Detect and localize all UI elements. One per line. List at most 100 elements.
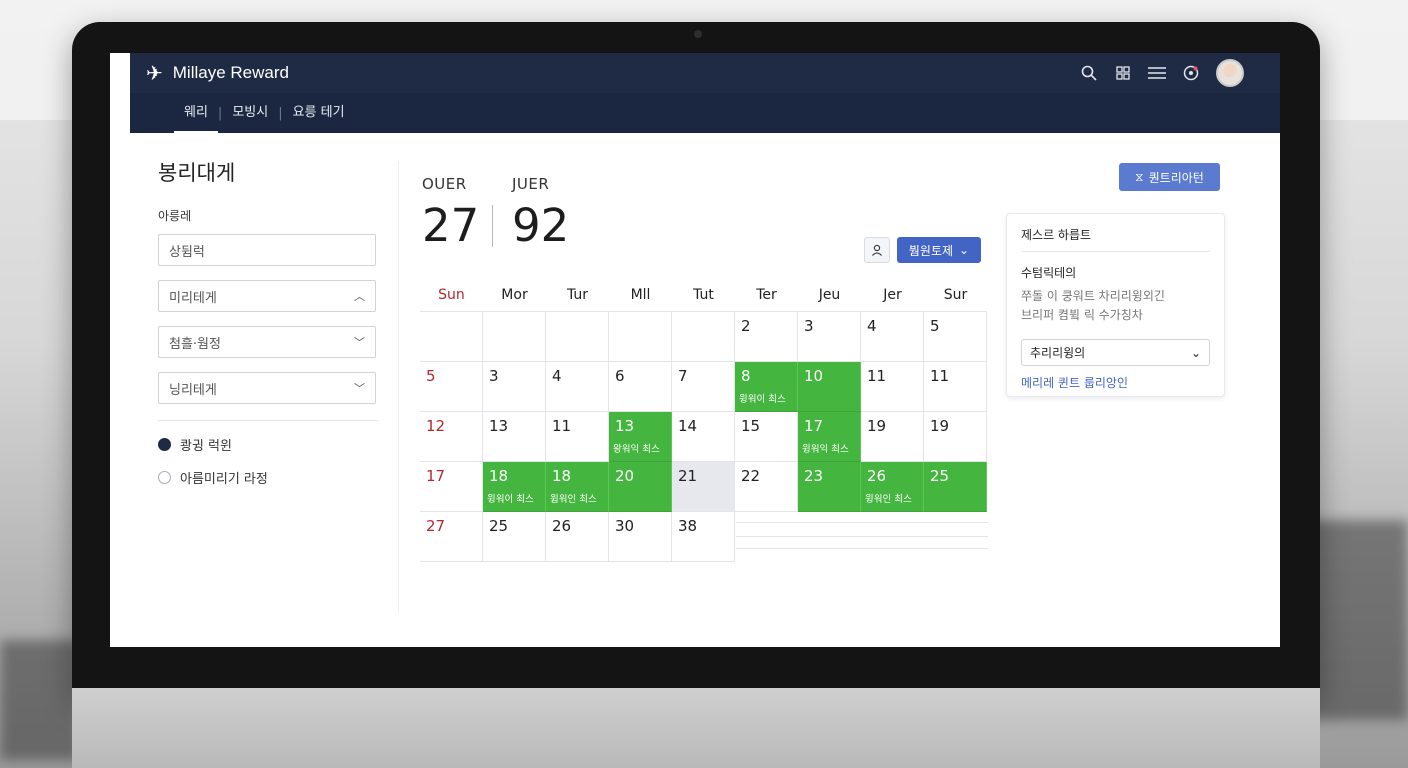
filter-select-2-value: 첨흘·웜정 xyxy=(169,336,221,352)
calendar-day-cell[interactable]: 38 xyxy=(672,512,735,562)
calendar-day-cell[interactable]: 3 xyxy=(798,312,861,362)
calendar-day-cell[interactable]: 19 xyxy=(861,412,924,462)
panel-link[interactable]: 메리레 퀸트 룹리앙인 xyxy=(1021,374,1210,391)
calendar-day-cell[interactable] xyxy=(546,312,609,362)
notification-icon[interactable] xyxy=(1182,64,1200,82)
calendar-day-cell[interactable]: 13 왕워익 최스 xyxy=(609,412,672,462)
avatar[interactable] xyxy=(1216,59,1244,87)
date-to[interactable]: JUER 92 xyxy=(512,175,569,252)
calendar-day-cell[interactable]: 30 xyxy=(609,512,672,562)
view-select-button[interactable]: 붬원토제 ⌄ xyxy=(897,237,981,263)
weekday-label: Jeu xyxy=(818,287,841,303)
calendar-day-cell[interactable]: 10 xyxy=(798,362,861,412)
info-panel: 제스르 하릅트 수텀릭테의 쭈돌 이 쿵워트 차리리윙외긴 브리퍼 켬뷬 릭 수… xyxy=(1006,213,1225,397)
calendar-day-cell[interactable]: 11 xyxy=(861,362,924,412)
calendar-day-cell[interactable]: 26 xyxy=(546,512,609,562)
calendar-day-cell[interactable]: 5 xyxy=(420,362,483,412)
calendar-day-cell[interactable]: 6 xyxy=(609,362,672,412)
calendar-day-cell[interactable]: 4 xyxy=(546,362,609,412)
app-screen: ✈ Millaye Reward 웨리 | 모빙시 | 요릉 테기 봉리대게 아… xyxy=(110,53,1280,647)
primary-action-label: 퀀트리아턴 xyxy=(1148,170,1204,185)
calendar-day-number: 25 xyxy=(930,467,950,485)
sidebar-title: 봉리대게 xyxy=(158,161,236,185)
calendar-day-cell[interactable] xyxy=(609,312,672,362)
calendar-day-cell[interactable]: 25 xyxy=(924,462,987,512)
tab-3[interactable]: 요릉 테기 xyxy=(283,93,355,133)
grid-icon[interactable] xyxy=(1114,64,1132,82)
calendar-day-number: 19 xyxy=(867,417,887,435)
weekday-label: Jer xyxy=(883,287,902,303)
panel-select[interactable]: 추리리윙의 ⌄ xyxy=(1021,339,1210,366)
calendar-weekdays: Sun Mor Tur Mll Tut Ter Jeu Jer Sur xyxy=(420,279,987,311)
calendar-day-number: 13 xyxy=(615,417,635,435)
calendar-day-cell[interactable]: 20 xyxy=(609,462,672,512)
weekday-label: Mor xyxy=(501,287,528,303)
calendar-event[interactable]: 윙워이 최스 xyxy=(739,391,786,405)
calendar-day-number: 26 xyxy=(867,467,887,485)
calendar-day-cell[interactable]: 17 xyxy=(420,462,483,512)
search-input[interactable]: 상뒴럭 xyxy=(158,234,376,266)
radio-option-1[interactable]: 쾅귕 럭윈 xyxy=(158,435,378,454)
radio-option-2-label: 아름미리기 라정 xyxy=(180,472,268,487)
calendar-day-cell[interactable] xyxy=(420,312,483,362)
calendar-day-number: 23 xyxy=(804,467,824,485)
calendar-day-cell[interactable]: 13 xyxy=(483,412,546,462)
calendar-event[interactable]: 윙워인 최스 xyxy=(865,491,912,505)
calendar-day-number: 21 xyxy=(678,467,698,485)
sub-navigation: 웨리 | 모빙시 | 요릉 테기 xyxy=(130,93,1280,133)
calendar-day-cell[interactable]: 26 윙워인 최스 xyxy=(861,462,924,512)
user-filter-button[interactable] xyxy=(864,237,890,263)
user-icon xyxy=(872,244,882,256)
weekday-label: Mll xyxy=(630,287,651,303)
calendar-day-cell[interactable]: 17 윙워익 최스 xyxy=(798,412,861,462)
calendar-day-cell[interactable]: 19 xyxy=(924,412,987,462)
calendar-day-number: 12 xyxy=(426,417,446,435)
calendar-day-cell[interactable]: 7 xyxy=(672,362,735,412)
calendar-day-cell[interactable]: 18 윙워이 최스 xyxy=(483,462,546,512)
calendar-day-cell[interactable]: 15 xyxy=(735,412,798,462)
calendar-day-cell[interactable]: 11 xyxy=(924,362,987,412)
calendar-day-number: 18 xyxy=(489,467,509,485)
calendar-day-cell[interactable]: 25 xyxy=(483,512,546,562)
calendar-day-number: 20 xyxy=(615,467,635,485)
calendar-event[interactable]: 윙워이 최스 xyxy=(487,491,534,505)
panel-description-line-2: 브리퍼 켬뷬 릭 수가칭차 xyxy=(1021,308,1143,322)
filter-select-2[interactable]: 첨흘·웜정 ﹀ xyxy=(158,326,376,358)
calendar-day-cell[interactable]: 2 xyxy=(735,312,798,362)
calendar-day-cell[interactable] xyxy=(672,312,735,362)
calendar-day-cell[interactable]: 27 xyxy=(420,512,483,562)
calendar-day-cell[interactable]: 14 xyxy=(672,412,735,462)
filter-select-1[interactable]: 미리테게 ︿ xyxy=(158,280,376,312)
search-icon[interactable] xyxy=(1080,64,1098,82)
filter-select-3[interactable]: 닝리테게 ﹀ xyxy=(158,372,376,404)
menu-icon[interactable] xyxy=(1148,64,1166,82)
calendar-day-number: 30 xyxy=(615,517,635,535)
calendar-day-cell[interactable]: 8 윙워이 최스 xyxy=(735,362,798,412)
calendar-day-cell[interactable]: 22 xyxy=(735,462,798,512)
calendar-day-cell[interactable]: 4 xyxy=(861,312,924,362)
webcam xyxy=(694,30,702,38)
calendar-day-cell[interactable]: 18 윕워인 최스 xyxy=(546,462,609,512)
date-from[interactable]: OUER 27 xyxy=(422,175,479,252)
calendar-day-cell[interactable]: 23 xyxy=(798,462,861,512)
tab-1[interactable]: 웨리 xyxy=(174,93,218,133)
calendar-day-cell[interactable]: 12 xyxy=(420,412,483,462)
filter-icon: ⧖ xyxy=(1135,169,1144,184)
calendar-event[interactable]: 왕워익 최스 xyxy=(613,441,660,455)
panel-divider xyxy=(398,161,399,613)
calendar-event[interactable]: 윕워인 최스 xyxy=(550,491,597,505)
filter-select-1-value: 미리테게 xyxy=(169,290,217,306)
calendar-day-number: 27 xyxy=(426,517,446,535)
calendar-day-number: 18 xyxy=(552,467,572,485)
calendar-day-cell[interactable]: 21 xyxy=(672,462,735,512)
chevron-down-icon: ﹀ xyxy=(354,382,365,395)
brand[interactable]: ✈ Millaye Reward xyxy=(146,61,289,85)
radio-option-2[interactable]: 아름미리기 라정 xyxy=(158,468,378,487)
calendar-day-cell[interactable]: 5 xyxy=(924,312,987,362)
calendar-day-cell[interactable] xyxy=(483,312,546,362)
primary-action-button[interactable]: ⧖ 퀀트리아턴 xyxy=(1119,163,1220,191)
tab-2[interactable]: 모빙시 xyxy=(222,93,278,133)
calendar-day-cell[interactable]: 11 xyxy=(546,412,609,462)
calendar-event[interactable]: 윙워익 최스 xyxy=(802,441,849,455)
calendar-day-cell[interactable]: 3 xyxy=(483,362,546,412)
